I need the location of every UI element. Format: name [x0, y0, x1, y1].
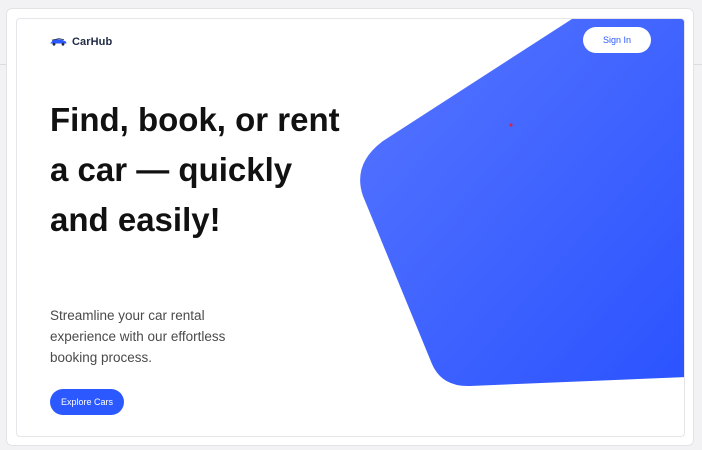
logo[interactable]: CarHub [50, 33, 112, 51]
hero-subtitle: Streamline your car rental experience wi… [50, 308, 226, 365]
hero-title: Find, book, or rent a car — quickly and … [50, 101, 340, 238]
explore-cars-button[interactable]: Explore Cars [50, 389, 124, 415]
cursor-dot [509, 123, 513, 127]
sign-in-button[interactable]: Sign In [583, 27, 651, 53]
car-icon [50, 33, 67, 51]
page-divider-right [694, 64, 702, 65]
brand-name: CarHub [72, 36, 113, 48]
landing-page: CarHub Sign In Find, book, or rent a car… [16, 18, 685, 437]
